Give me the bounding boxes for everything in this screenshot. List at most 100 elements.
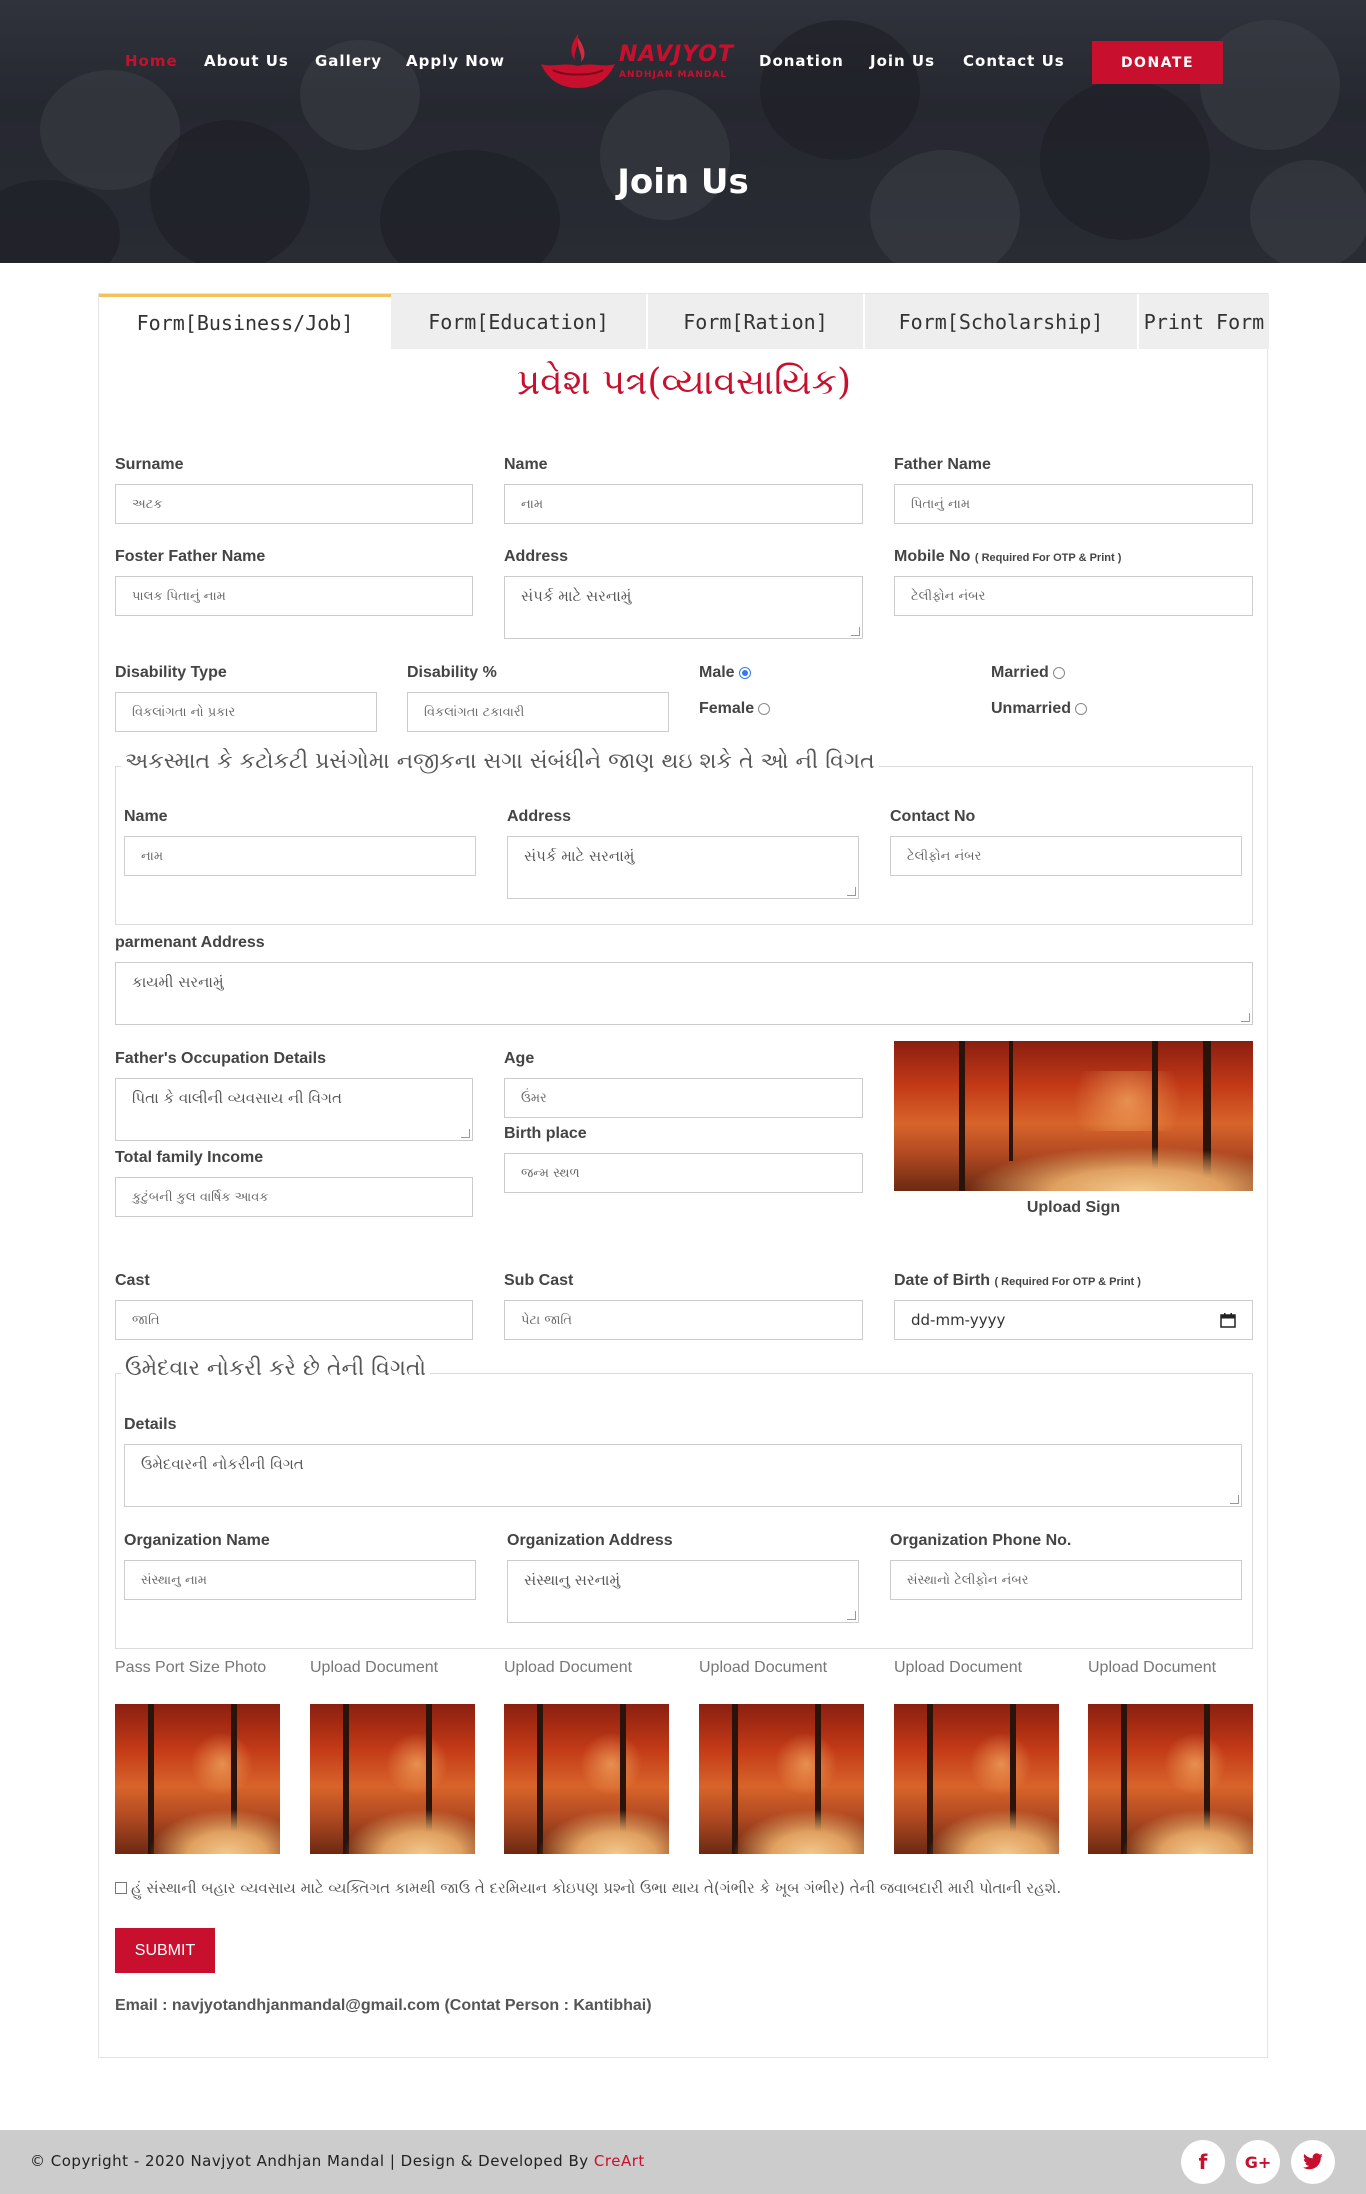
document-preview-1[interactable] — [310, 1704, 475, 1854]
job-legend: ઉમેદવાર નોકરી કરે છે તેની વિગતો — [121, 1356, 430, 1381]
tab-business-job[interactable]: Form[Business/Job] — [99, 294, 391, 349]
document-preview-3[interactable] — [699, 1704, 864, 1854]
upload-sign-label[interactable]: Upload Sign — [894, 1199, 1253, 1217]
mobile-label-text: Mobile No — [894, 548, 971, 565]
tab-ration[interactable]: Form[Ration] — [648, 294, 865, 349]
surname-input[interactable]: અટક — [115, 484, 473, 524]
copyright-text: © Copyright - 2020 Navjyot Andhjan Manda… — [30, 2152, 645, 2170]
twitter-icon[interactable] — [1291, 2140, 1335, 2184]
address-textarea[interactable]: સંપર્ક માટે સરનામું — [504, 576, 863, 639]
disability-pct-input[interactable]: વિકલાંગતા ટકાવારી — [407, 692, 669, 732]
disability-type-input[interactable]: વિકલાંગતા નો પ્રકાર — [115, 692, 377, 732]
org-address-textarea[interactable]: સંસ્થાનુ સરનામું — [507, 1560, 859, 1623]
facebook-icon[interactable]: f — [1181, 2140, 1225, 2184]
dob-label-text: Date of Birth — [894, 1272, 990, 1289]
mobile-input[interactable]: ટેલીફોન નંબર — [894, 576, 1253, 616]
name-input[interactable]: નામ — [504, 484, 863, 524]
emergency-address-label: Address — [507, 808, 572, 825]
developer-link[interactable]: CreArt — [594, 2152, 645, 2170]
father-occupation-textarea[interactable]: પિતા કે વાલીની વ્યવસાય ની વિગત — [115, 1078, 473, 1141]
job-details-label: Details — [124, 1416, 177, 1433]
org-phone-input[interactable]: સંસ્થાનો ટેલીફોન નંબર — [890, 1560, 1242, 1600]
nav-donation[interactable]: Donation — [759, 52, 844, 70]
nav-apply-now[interactable]: Apply Now — [406, 52, 505, 70]
male-label: Male — [699, 664, 735, 681]
name-label: Name — [504, 456, 548, 473]
emergency-name-label: Name — [124, 808, 168, 825]
father-name-input[interactable]: પિતાનું નામ — [894, 484, 1253, 524]
female-label: Female — [699, 700, 755, 717]
father-name-label: Father Name — [894, 456, 991, 473]
org-name-input[interactable]: સંસ્થાનુ નામ — [124, 1560, 476, 1600]
nav-gallery[interactable]: Gallery — [315, 52, 382, 70]
diya-flame-icon — [541, 34, 615, 88]
sign-preview-image[interactable] — [894, 1041, 1253, 1191]
mobile-required-note: ( Required For OTP & Print ) — [974, 552, 1122, 564]
form-tabs: Form[Business/Job] Form[Education] Form[… — [99, 294, 1269, 349]
org-address-label: Organization Address — [507, 1532, 673, 1549]
declaration-text: હું સંસ્થાની બહાર વ્યવસાય માટે વ્યક્તિગત… — [131, 1879, 1062, 1897]
upload-document-label-4: Upload Document — [894, 1659, 1023, 1676]
sub-cast-label: Sub Cast — [504, 1272, 574, 1289]
job-details-textarea[interactable]: ઉમેદવારની નોકરીની વિગત — [124, 1444, 1242, 1507]
surname-label: Surname — [115, 456, 184, 473]
male-option[interactable]: Male — [699, 664, 751, 682]
contact-email-line: Email : navjyotandhjanmandal@gmail.com (… — [115, 1997, 652, 2014]
nav-contact-us[interactable]: Contact Us — [963, 52, 1065, 70]
unmarried-option[interactable]: Unmarried — [991, 700, 1088, 718]
tab-print-form[interactable]: Print Form — [1139, 294, 1269, 349]
document-preview-5[interactable] — [1088, 1704, 1253, 1854]
married-radio[interactable] — [1052, 666, 1065, 679]
age-input[interactable]: ઉંમર — [504, 1078, 863, 1118]
nav-join-us[interactable]: Join Us — [870, 52, 935, 70]
submit-button[interactable]: SUBMIT — [115, 1928, 215, 1973]
emergency-contact-input[interactable]: ટેલીફોન નંબર — [890, 836, 1242, 876]
passport-photo-label: Pass Port Size Photo — [115, 1659, 267, 1676]
foster-father-input[interactable]: પાલક પિતાનું નામ — [115, 576, 473, 616]
unmarried-radio[interactable] — [1075, 702, 1088, 715]
donate-button[interactable]: DONATE — [1092, 41, 1223, 84]
dob-placeholder: dd-mm-yyyy — [911, 1311, 1006, 1329]
cast-label: Cast — [115, 1272, 150, 1289]
birth-place-input[interactable]: જન્મ સ્થળ — [504, 1153, 863, 1193]
unmarried-label: Unmarried — [991, 700, 1072, 717]
family-income-input[interactable]: કુટુંબની કુલ વાર્ષિક આવક — [115, 1177, 473, 1217]
calendar-icon[interactable] — [1220, 1312, 1236, 1328]
foster-father-label: Foster Father Name — [115, 548, 266, 565]
declaration-checkbox[interactable] — [115, 1882, 127, 1894]
tab-education[interactable]: Form[Education] — [391, 294, 648, 349]
hero-banner: Home About Us Gallery Apply Now Donation… — [0, 0, 1366, 263]
org-phone-label: Organization Phone No. — [890, 1532, 1072, 1549]
document-preview-2[interactable] — [504, 1704, 669, 1854]
emergency-contact-label: Contact No — [890, 808, 976, 825]
permanent-address-textarea[interactable]: કાયમી સરનામું — [115, 962, 1253, 1025]
family-income-label: Total family Income — [115, 1149, 264, 1166]
site-footer: © Copyright - 2020 Navjyot Andhjan Manda… — [0, 2130, 1366, 2194]
dob-input[interactable]: dd-mm-yyyy — [894, 1300, 1253, 1340]
female-radio[interactable] — [758, 702, 771, 715]
sub-cast-input[interactable]: પેટા જાતિ — [504, 1300, 863, 1340]
passport-photo-preview[interactable] — [115, 1704, 280, 1854]
cast-input[interactable]: જાતિ — [115, 1300, 473, 1340]
female-option[interactable]: Female — [699, 700, 771, 718]
dob-required-note: ( Required For OTP & Print ) — [994, 1276, 1141, 1288]
upload-document-label-5: Upload Document — [1088, 1659, 1217, 1676]
tab-scholarship[interactable]: Form[Scholarship] — [865, 294, 1139, 349]
twitter-bird-icon — [1303, 2153, 1323, 2170]
logo-title: NAVJYOT — [619, 42, 735, 67]
emergency-address-textarea[interactable]: સંપર્ક માટે સરનામું — [507, 836, 859, 899]
married-option[interactable]: Married — [991, 664, 1065, 682]
google-plus-icon[interactable]: G+ — [1236, 2140, 1280, 2184]
nav-home[interactable]: Home — [125, 52, 178, 70]
page-title: Join Us — [617, 162, 749, 202]
age-label: Age — [504, 1050, 535, 1067]
join-form-panel: Form[Business/Job] Form[Education] Form[… — [98, 293, 1269, 2058]
emergency-name-input[interactable]: નામ — [124, 836, 476, 876]
logo-subtitle: ANDHJAN MANDAL — [619, 70, 728, 80]
address-label: Address — [504, 548, 569, 565]
male-radio[interactable] — [738, 666, 751, 679]
father-occupation-label: Father's Occupation Details — [115, 1050, 326, 1067]
nav-about-us[interactable]: About Us — [204, 52, 289, 70]
document-preview-4[interactable] — [894, 1704, 1059, 1854]
site-logo[interactable]: NAVJYOT ANDHJAN MANDAL — [533, 30, 737, 92]
